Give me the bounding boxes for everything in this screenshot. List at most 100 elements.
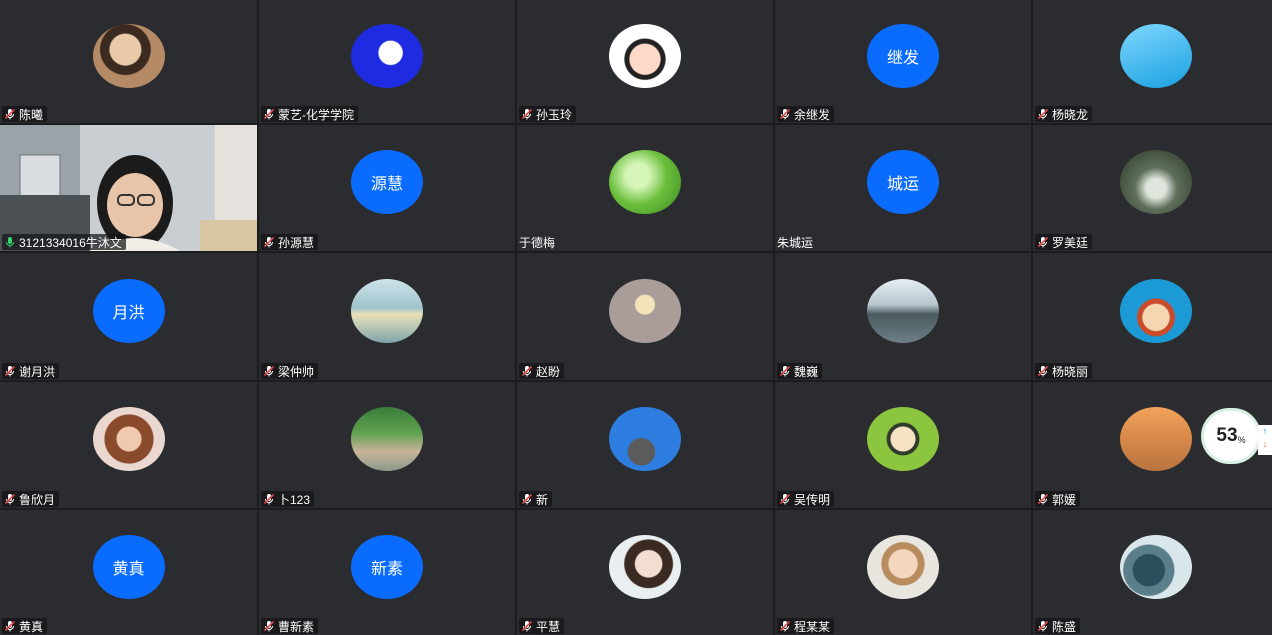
participant-tile[interactable]: 新素曹新素 [259, 510, 515, 635]
participant-tile[interactable]: 继发余继发 [775, 0, 1031, 123]
participant-name: 平慧 [536, 619, 561, 634]
participant-name: 新 [536, 492, 549, 507]
participant-tile[interactable]: 黄真 黄真 [0, 510, 257, 635]
network-meter[interactable]: 53 % [1204, 411, 1258, 461]
initials-avatar: 源慧 [351, 150, 423, 214]
participant-name: 陈曦 [19, 107, 44, 122]
participant-tile[interactable]: 赵盼 [517, 253, 773, 380]
microphone-muted-icon [521, 620, 533, 632]
participant-tile[interactable]: 源慧孙源慧 [259, 125, 515, 251]
participant-nameplate: 曹新素 [261, 618, 319, 634]
initials-avatar: 月洪 [92, 278, 165, 343]
initials-avatar: 城运 [867, 150, 939, 214]
cartoon-child-icon [609, 278, 681, 343]
participant-nameplate: 杨晓龙 [1035, 106, 1093, 122]
video-grid: 陈曦 蒙艺-化学学院 孙玉玲 继发 余继发 杨晓龙 3121334016牛沐文 源慧 孙源慧于… [0, 0, 1272, 635]
participant-tile[interactable]: 蒙艺-化学学院 [259, 0, 515, 123]
initials-avatar: 继发 [867, 23, 939, 88]
participant-name: 孙源慧 [278, 235, 315, 250]
participant-tile[interactable]: 卜123 [259, 382, 515, 508]
outdoor-portrait-icon [351, 407, 423, 471]
cartoon-cat-icon [1119, 534, 1192, 599]
microphone-muted-icon [521, 108, 533, 120]
participant-tile[interactable]: 平慧 [517, 510, 773, 635]
microphone-muted-icon [1037, 108, 1049, 120]
participant-name: 孙玉玲 [536, 107, 573, 122]
participant-tile[interactable]: 罗美廷 [1033, 125, 1272, 251]
microphone-muted-icon [1037, 365, 1049, 377]
microphone-muted-icon [4, 493, 16, 505]
participant-name: 杨晓龙 [1052, 107, 1089, 122]
participant-nameplate: 陈盛 [1035, 618, 1081, 634]
participant-tile[interactable]: 杨晓丽 [1033, 253, 1272, 380]
microphone-muted-icon [263, 108, 275, 120]
network-meter-value: 53 [1216, 425, 1238, 446]
participant-nameplate: 罗美廷 [1035, 234, 1093, 250]
participant-tile[interactable]: 吴传明 [775, 382, 1031, 508]
sunset-beach-icon [1119, 407, 1192, 471]
participant-nameplate: 蒙艺-化学学院 [261, 106, 358, 122]
participant-tile[interactable]: 梁仲帅 [259, 253, 515, 380]
participant-tile[interactable]: 于德梅 [517, 125, 773, 251]
participant-name: 鲁欣月 [19, 492, 56, 507]
cartoon-pirate-icon [1119, 278, 1192, 343]
participant-name: 郭媛 [1052, 492, 1077, 507]
participant-name: 罗美廷 [1052, 235, 1089, 250]
participant-tile[interactable]: 程某某 [775, 510, 1031, 635]
microphone-muted-icon [263, 493, 275, 505]
microphone-muted-icon [779, 620, 791, 632]
street-lamp-icon [1119, 23, 1192, 88]
forest-path-icon [1119, 150, 1192, 214]
water-drop-leaf-icon [609, 150, 681, 214]
participant-tile[interactable]: 魏巍 [775, 253, 1031, 380]
participant-nameplate: 新 [519, 491, 553, 507]
microphone-muted-icon [4, 365, 16, 377]
participant-nameplate: 魏巍 [777, 363, 823, 379]
participant-name: 卜123 [278, 492, 311, 507]
initials-avatar: 新素 [351, 534, 423, 599]
participant-tile[interactable]: 杨晓龙 [1033, 0, 1272, 123]
cat-sky-icon [609, 407, 681, 471]
participant-name: 程某某 [794, 619, 831, 634]
participant-nameplate: 于德梅 [517, 234, 559, 250]
cartoon-girl-icon [609, 23, 681, 88]
participant-nameplate: 朱城运 [775, 234, 817, 250]
participant-video-feed [0, 125, 257, 251]
sea-sunrise-icon [351, 278, 423, 343]
participant-tile[interactable]: 孙玉玲 [517, 0, 773, 123]
network-meter-unit: % [1237, 435, 1246, 445]
participant-tile[interactable]: 城运朱城运 [775, 125, 1031, 251]
microphone-muted-icon [4, 108, 16, 120]
participant-nameplate: 赵盼 [519, 363, 565, 379]
participant-name: 朱城运 [777, 235, 814, 250]
participant-name: 黄真 [19, 619, 44, 634]
participant-tile[interactable]: 3121334016牛沐文 [0, 125, 257, 251]
cartoon-boy-icon [867, 407, 939, 471]
participant-tile[interactable]: 鲁欣月 [0, 382, 257, 508]
participant-name: 余继发 [794, 107, 831, 122]
participant-nameplate: 孙源慧 [261, 234, 319, 250]
cartoon-face-icon [351, 23, 423, 88]
girl-portrait-icon [92, 407, 165, 471]
participant-nameplate: 卜123 [261, 491, 315, 507]
participant-tile[interactable]: 月洪谢月洪 [0, 253, 257, 380]
microphone-muted-icon [263, 236, 275, 248]
participant-nameplate: 谢月洪 [2, 363, 60, 379]
participant-name: 魏巍 [794, 364, 819, 379]
participant-nameplate: 3121334016牛沐文 [2, 234, 126, 250]
participant-name: 陈盛 [1052, 619, 1077, 634]
participant-tile[interactable]: 新 [517, 382, 773, 508]
microphone-muted-icon [779, 365, 791, 377]
portrait-photo-icon [92, 23, 165, 88]
participant-name: 吴传明 [794, 492, 831, 507]
participant-nameplate: 吴传明 [777, 491, 835, 507]
microphone-muted-icon [4, 620, 16, 632]
participant-tile[interactable]: 陈盛 [1033, 510, 1272, 635]
participant-nameplate: 郭媛 [1035, 491, 1081, 507]
participant-name: 梁仲帅 [278, 364, 315, 379]
participant-nameplate: 黄真 [2, 618, 48, 634]
download-arrow-icon: ↓ [1262, 439, 1268, 449]
network-arrows: ↑ ↓ [1258, 425, 1272, 455]
participant-nameplate: 程某某 [777, 618, 835, 634]
participant-tile[interactable]: 陈曦 [0, 0, 257, 123]
